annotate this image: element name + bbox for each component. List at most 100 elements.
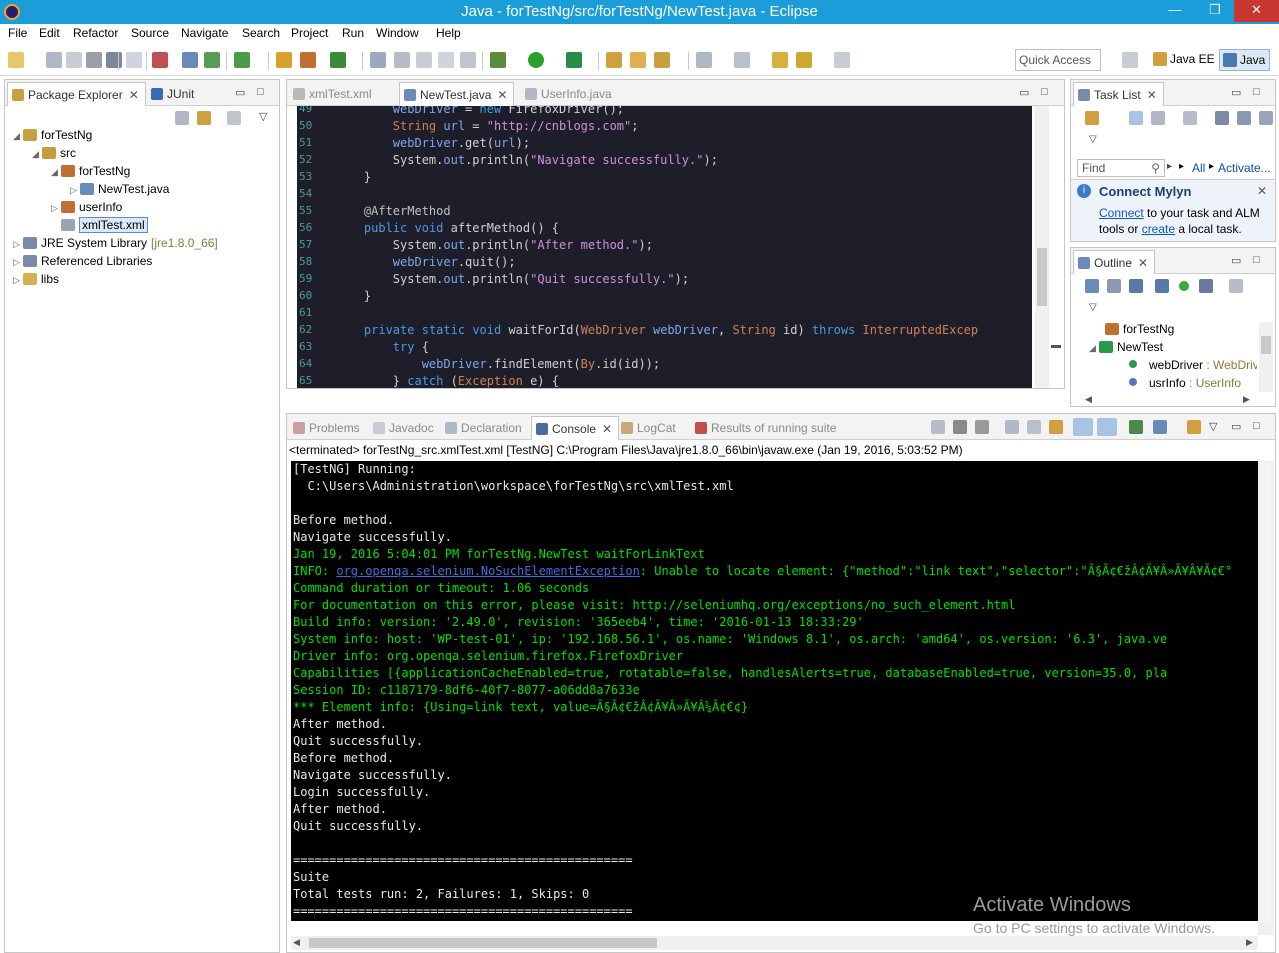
tree-item[interactable]: ◢ forTestNg <box>51 164 130 182</box>
show-on-stdout-icon[interactable] <box>1073 418 1093 436</box>
menu-window[interactable]: Window <box>376 26 419 40</box>
minimize-button[interactable]: — <box>1160 0 1190 22</box>
tab-console[interactable]: Console ✕ <box>531 416 620 440</box>
close-icon[interactable]: ✕ <box>497 88 507 102</box>
menu-run[interactable]: Run <box>342 26 364 40</box>
maximize-view-icon[interactable]: □ <box>1041 86 1048 98</box>
twisty-icon[interactable]: ◢ <box>32 149 42 160</box>
quick-access-input[interactable]: Quick Access <box>1015 49 1101 71</box>
clear-console-icon[interactable] <box>1005 420 1019 434</box>
perspective-java-ee[interactable]: Java EE <box>1150 49 1219 71</box>
view-menu-icon[interactable]: ▽ <box>259 110 267 123</box>
new-task-icon[interactable] <box>1085 111 1099 125</box>
hide-completed-icon[interactable] <box>1215 111 1229 125</box>
print-icon[interactable] <box>86 52 102 68</box>
task-find-input[interactable]: Find ⚲ <box>1077 159 1165 177</box>
mylyn-connect-link[interactable]: Connect <box>1099 206 1144 220</box>
skip-breakpoints-icon[interactable] <box>126 52 142 68</box>
maximize-view-icon[interactable]: □ <box>257 86 264 98</box>
menu-refactor[interactable]: Refactor <box>73 26 118 40</box>
run-icon[interactable] <box>528 52 544 68</box>
tree-item[interactable]: xmlTest.xml <box>51 217 148 236</box>
close-button[interactable]: ✕ <box>1234 0 1279 22</box>
outline-item[interactable]: webDriver : WebDriver <box>1129 358 1257 376</box>
tree-item[interactable]: ▷ NewTest.java <box>70 182 169 200</box>
menu-edit[interactable]: Edit <box>39 26 60 40</box>
minimize-view-icon[interactable]: ▭ <box>1231 86 1241 99</box>
twisty-icon[interactable]: ▷ <box>13 257 23 268</box>
next-annotation-icon[interactable] <box>696 52 712 68</box>
editor-scroll-thumb[interactable] <box>1037 248 1047 306</box>
avd-manager-icon[interactable] <box>204 52 220 68</box>
menu-source[interactable]: Source <box>131 26 169 40</box>
tab-package-explorer[interactable]: Package Explorer ✕ <box>7 82 146 106</box>
edit-icon[interactable] <box>394 52 410 68</box>
twisty-icon[interactable]: ▷ <box>13 239 23 250</box>
close-icon[interactable]: ✕ <box>602 422 612 436</box>
console-hscroll-thumb[interactable] <box>309 938 657 948</box>
maximize-view-icon[interactable]: □ <box>1253 86 1260 98</box>
show-on-stderr-icon[interactable] <box>1097 418 1117 436</box>
tree-item[interactable]: ▷ libs <box>13 272 59 290</box>
link-with-editor-icon[interactable] <box>197 111 211 125</box>
scroll-right-icon[interactable]: ▶ <box>1246 937 1253 948</box>
maximize-view-icon[interactable]: □ <box>1253 420 1260 432</box>
outline-scrollbar[interactable] <box>1259 322 1273 392</box>
save-icon[interactable] <box>46 52 62 68</box>
twisty-icon[interactable]: ◢ <box>51 167 61 178</box>
twisty-icon[interactable]: ◢ <box>13 131 23 142</box>
console-hscrollbar[interactable]: ◀ ▶ <box>291 936 1258 950</box>
exception-link[interactable]: org.openqa.selenium.NoSuchElementExcepti… <box>336 564 639 578</box>
menu-search[interactable]: Search <box>242 26 280 40</box>
new-class-icon[interactable] <box>276 52 292 68</box>
coverage-icon[interactable] <box>566 52 582 68</box>
menu-file[interactable]: File <box>8 26 27 40</box>
console-output[interactable]: [TestNG] Running: C:\Users\Administratio… <box>291 461 1258 921</box>
open-type-icon[interactable] <box>606 52 622 68</box>
menu-navigate[interactable]: Navigate <box>181 26 228 40</box>
back-icon[interactable] <box>796 52 812 68</box>
task-filter-all[interactable]: All <box>1192 161 1205 175</box>
tree-item[interactable]: ◢ forTestNg <box>13 128 92 146</box>
close-icon[interactable]: ✕ <box>1257 184 1267 198</box>
outline-scroll-thumb[interactable] <box>1261 336 1271 354</box>
tab-declaration[interactable]: Declaration <box>441 416 528 440</box>
synchronize-icon[interactable] <box>1259 111 1273 125</box>
tree-item[interactable]: ◢ src <box>32 146 76 164</box>
tab-task-list[interactable]: Task List ✕ <box>1073 82 1164 106</box>
toggle-mark-icon[interactable] <box>370 52 386 68</box>
collapse-tasks-icon[interactable] <box>1237 111 1251 125</box>
task-activate-link[interactable]: Activate... <box>1218 161 1271 175</box>
task-view-menu-icon[interactable]: ▽ <box>1089 134 1097 145</box>
new-package-icon[interactable] <box>300 52 316 68</box>
open-console-icon[interactable] <box>1187 420 1201 434</box>
focus-on-task-icon[interactable] <box>227 111 241 125</box>
display-console-icon[interactable] <box>1153 420 1167 434</box>
tree-item[interactable]: ▷ Referenced Libraries <box>13 254 152 272</box>
search-icon[interactable] <box>654 52 670 68</box>
forward-icon[interactable] <box>834 52 850 68</box>
outline-item[interactable]: forTestNg <box>1105 322 1174 340</box>
close-icon[interactable]: ✕ <box>129 88 139 102</box>
open-task-icon[interactable] <box>630 52 646 68</box>
tab-newtest[interactable]: NewTest.java ✕ <box>399 82 515 106</box>
focus-icon[interactable] <box>1183 111 1197 125</box>
tab-javadoc[interactable]: Javadoc <box>369 416 440 440</box>
twisty-icon[interactable]: ▷ <box>13 275 23 286</box>
tab-xmltest[interactable]: xmlTest.xml <box>289 82 378 106</box>
categorized-icon[interactable] <box>1129 111 1143 125</box>
view-menu-icon[interactable]: ▽ <box>1209 420 1217 433</box>
outline-item[interactable]: ◢ NewTest <box>1089 340 1163 358</box>
tab-logcat[interactable]: LogCat <box>617 416 682 440</box>
debug-icon[interactable] <box>490 52 506 68</box>
save-all-icon[interactable] <box>66 52 82 68</box>
menu-project[interactable]: Project <box>291 26 328 40</box>
open-perspective-icon[interactable] <box>1122 52 1138 68</box>
twisty-icon[interactable]: ◢ <box>1089 343 1099 354</box>
editor-scrollbar[interactable] <box>1035 106 1049 388</box>
pin-console-icon[interactable] <box>1129 420 1143 434</box>
tab-results[interactable]: Results of running suite <box>691 416 842 440</box>
restore-button[interactable]: ❐ <box>1200 0 1230 22</box>
outline-item[interactable]: usrInfo : UserInfo <box>1129 376 1241 392</box>
menu-help[interactable]: Help <box>436 26 461 40</box>
